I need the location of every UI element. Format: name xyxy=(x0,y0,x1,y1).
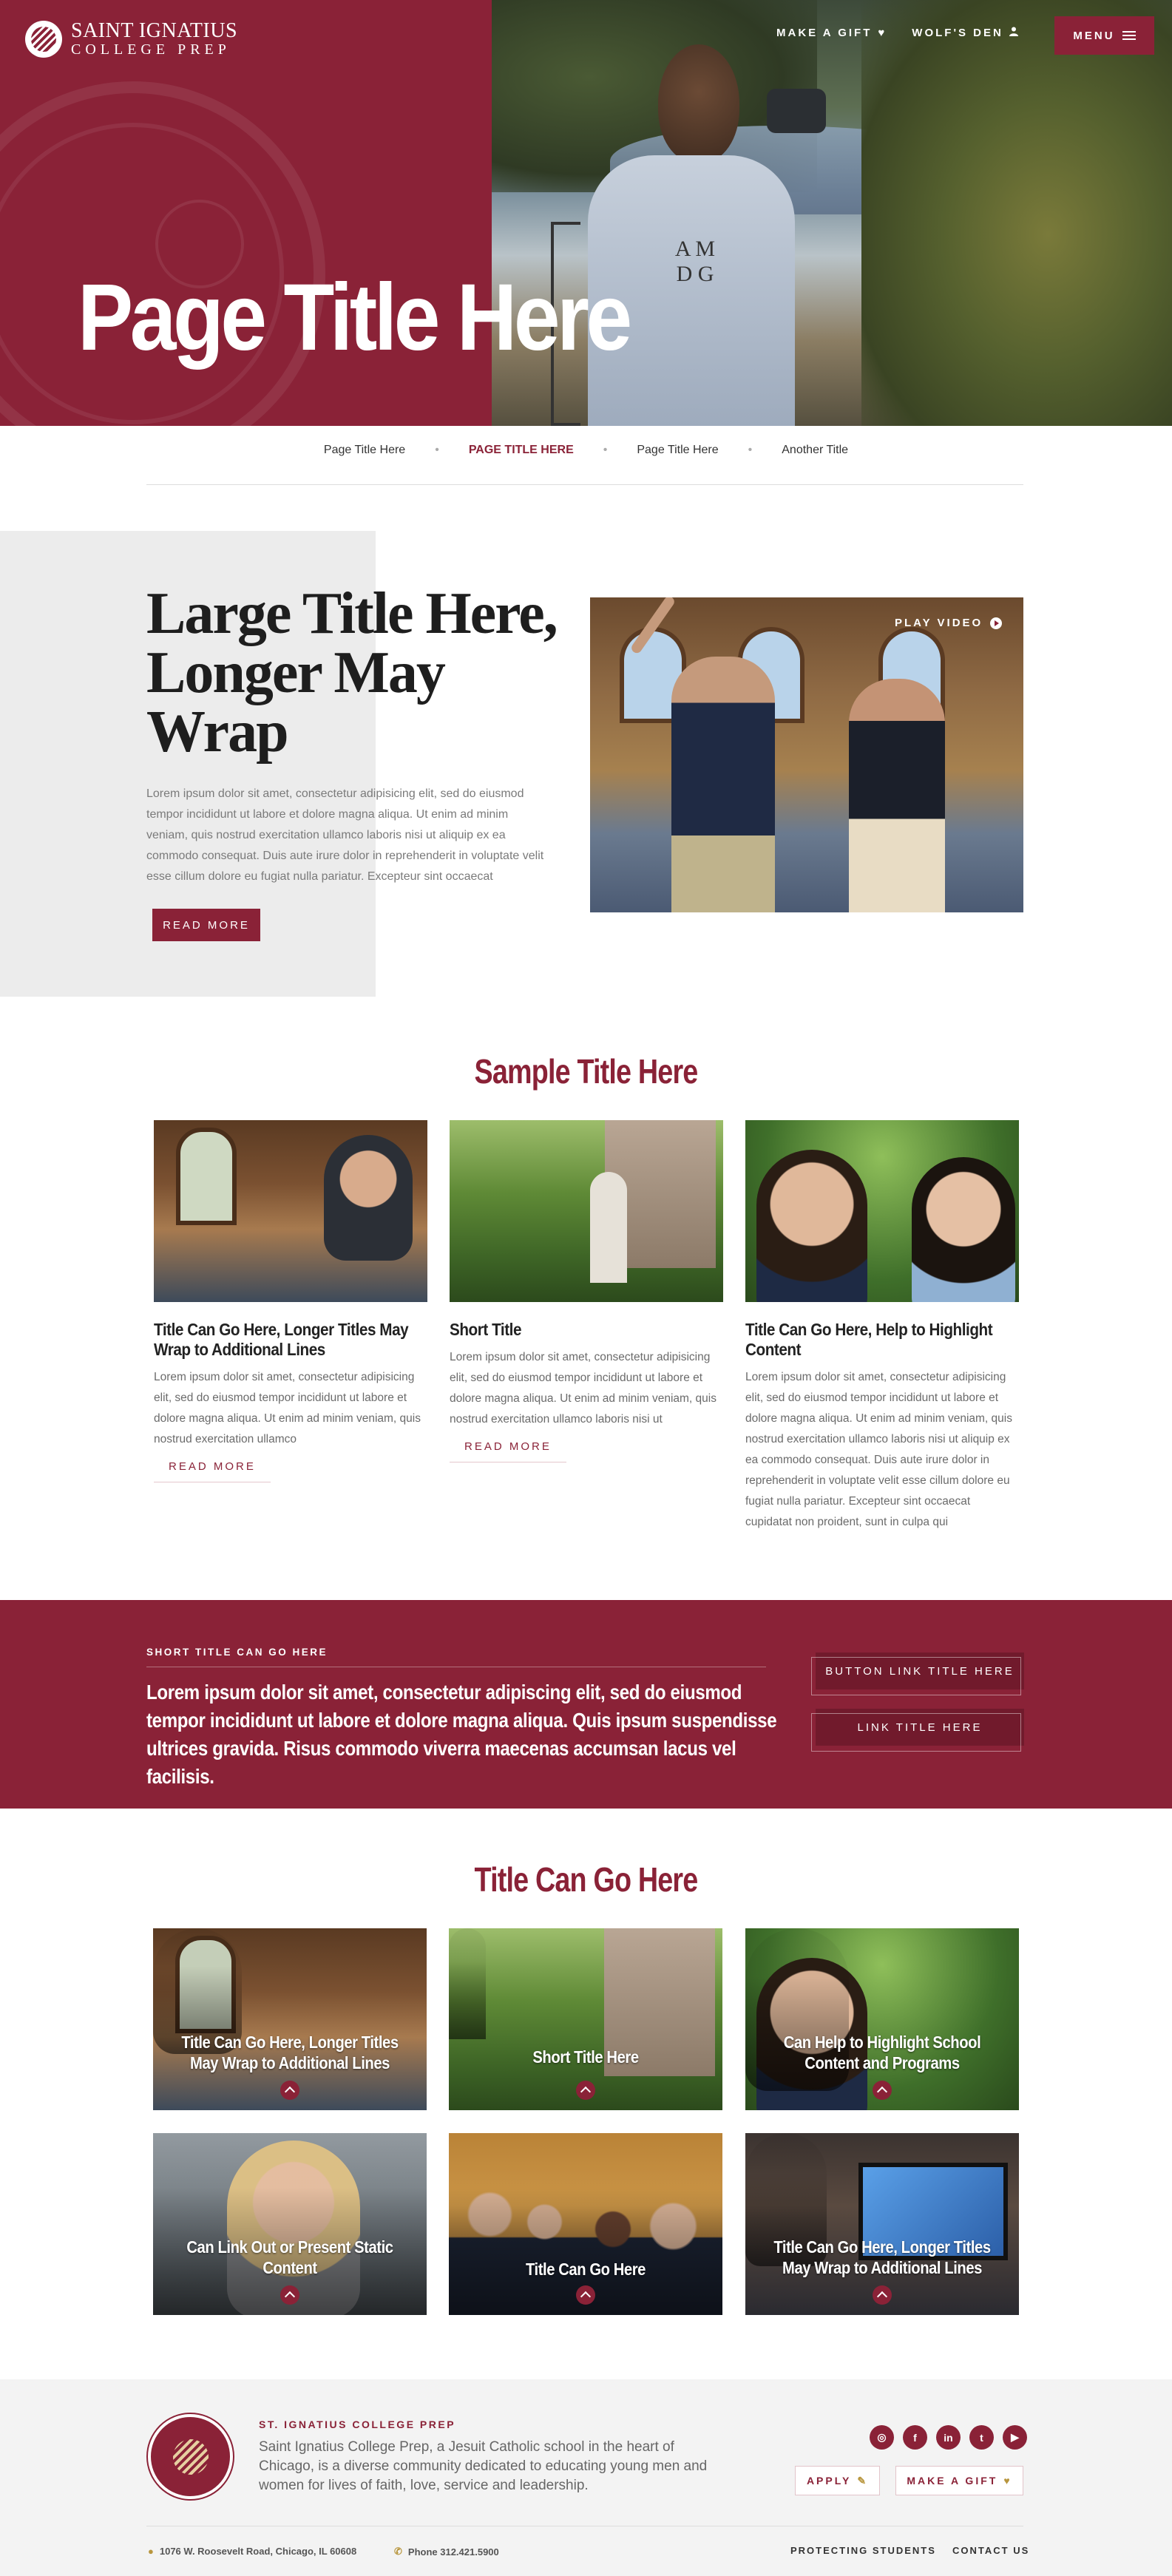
logo-line-2: COLLEGE PREP xyxy=(71,41,231,58)
play-video-label: PLAY VIDEO xyxy=(895,617,983,629)
feature-tile[interactable]: Title Can Go Here, Longer Titles May Wra… xyxy=(153,1928,427,2110)
linkedin-icon[interactable]: in xyxy=(936,2425,961,2450)
seal-icon xyxy=(25,21,62,58)
breadcrumb-item[interactable]: Page Title Here xyxy=(637,444,718,457)
make-gift-label: MAKE A GIFT xyxy=(776,27,873,39)
card-body: Lorem ipsum dolor sit amet, consectetur … xyxy=(154,1371,421,1445)
tile-label: Can Link Out or Present Static Content xyxy=(186,2237,393,2277)
tile-label: Title Can Go Here xyxy=(525,2260,646,2279)
chevron-up-icon xyxy=(280,2081,299,2100)
card: Title Can Go Here, Longer Titles May Wra… xyxy=(154,1120,427,1482)
logo-line-1: SAINT IGNATIUS xyxy=(71,19,238,42)
twitter-icon[interactable]: t xyxy=(969,2425,994,2450)
pencil-icon: ✎ xyxy=(857,2474,869,2487)
feature-tile[interactable]: Title Can Go Here xyxy=(449,2133,722,2315)
card: Short Title Lorem ipsum dolor sit amet, … xyxy=(450,1120,723,1462)
feature-tile[interactable]: Can Help to Highlight School Content and… xyxy=(745,1928,1019,2110)
card-image[interactable] xyxy=(154,1120,427,1302)
apply-label: APPLY xyxy=(806,2475,852,2487)
make-gift-label: MAKE A GIFT xyxy=(907,2475,998,2487)
card-image[interactable] xyxy=(745,1120,1019,1302)
band-eyebrow: SHORT TITLE CAN GO HERE xyxy=(146,1647,328,1658)
tile-label: Title Can Go Here, Longer Titles May Wra… xyxy=(181,2033,399,2072)
button-link-secondary[interactable]: LINK TITLE HERE xyxy=(811,1709,1024,1752)
heart-icon: ♥ xyxy=(878,27,887,39)
breadcrumb-item[interactable]: Page Title Here xyxy=(324,444,405,457)
binoculars xyxy=(767,89,826,133)
hero: A M D G SAINT IGNATIUS COLLEGE PREP MAKE… xyxy=(0,0,1172,426)
button-link-primary[interactable]: BUTTON LINK TITLE HERE xyxy=(811,1653,1024,1695)
read-more-link[interactable]: READ MORE xyxy=(154,1456,271,1482)
feature-tile[interactable]: Title Can Go Here, Longer Titles May Wra… xyxy=(745,2133,1019,2315)
breadcrumb-separator: • xyxy=(435,444,439,456)
card: Title Can Go Here, Help to Highlight Con… xyxy=(745,1120,1019,1533)
apply-button[interactable]: APPLY ✎ xyxy=(795,2466,880,2495)
page: A M D G SAINT IGNATIUS COLLEGE PREP MAKE… xyxy=(0,0,1172,2576)
chevron-up-icon xyxy=(576,2285,595,2305)
hamburger-icon xyxy=(1122,31,1136,40)
facebook-icon[interactable]: f xyxy=(903,2425,927,2450)
chevron-up-icon xyxy=(576,2081,595,2100)
footer-address[interactable]: ● 1076 W. Roosevelt Road, Chicago, IL 60… xyxy=(148,2546,356,2557)
menu-button[interactable]: MENU xyxy=(1054,16,1154,55)
card-image[interactable] xyxy=(450,1120,723,1302)
breadcrumb: Page Title Here • PAGE TITLE HERE • Page… xyxy=(0,444,1172,457)
school-seal-logo xyxy=(148,2414,233,2499)
play-video-button[interactable]: PLAY VIDEO xyxy=(895,617,1003,629)
footer-make-gift-button[interactable]: MAKE A GIFT ♥ xyxy=(895,2466,1023,2495)
protecting-students-link[interactable]: PROTECTING STUDENTS xyxy=(790,2545,936,2556)
card-title[interactable]: Title Can Go Here, Help to Highlight Con… xyxy=(745,1320,1018,1360)
card-title[interactable]: Short Title xyxy=(450,1320,722,1340)
make-gift-link[interactable]: MAKE A GIFT ♥ xyxy=(776,27,887,39)
instagram-icon[interactable]: ◎ xyxy=(870,2425,894,2450)
wolfs-den-label: WOLF'S DEN xyxy=(912,27,1003,39)
footer-school-name: ST. IGNATIUS COLLEGE PREP xyxy=(259,2419,456,2430)
breadcrumb-item[interactable]: Another Title xyxy=(782,444,848,457)
utility-nav: MAKE A GIFT ♥ WOLF'S DEN xyxy=(776,27,1018,39)
chevron-up-icon xyxy=(280,2285,299,2305)
user-icon xyxy=(1009,27,1018,39)
footer-phone[interactable]: ✆ Phone 312.421.5900 xyxy=(394,2546,499,2558)
breadcrumb-item-active[interactable]: PAGE TITLE HERE xyxy=(469,444,574,457)
youtube-icon[interactable]: ▶ xyxy=(1003,2425,1027,2450)
read-more-button[interactable]: READ MORE xyxy=(152,909,266,947)
social-links: ◎ f in t ▶ xyxy=(870,2425,1027,2450)
site-logo[interactable]: SAINT IGNATIUS COLLEGE PREP xyxy=(25,21,237,58)
play-icon xyxy=(990,617,1003,629)
contact-us-link[interactable]: CONTACT US xyxy=(952,2545,1029,2556)
page-title: Page Title Here xyxy=(78,265,632,370)
wolfs-den-link[interactable]: WOLF'S DEN xyxy=(912,27,1018,39)
band-text: Lorem ipsum dolor sit amet, consectetur … xyxy=(146,1681,777,1788)
tile-label: Can Help to Highlight School Content and… xyxy=(783,2033,981,2072)
footer-description: Saint Ignatius College Prep, a Jesuit Ca… xyxy=(259,2439,708,2493)
breadcrumb-separator: • xyxy=(603,444,608,456)
address-text: 1076 W. Roosevelt Road, Chicago, IL 6060… xyxy=(159,2546,357,2557)
phone-text: Phone 312.421.5900 xyxy=(407,2546,499,2558)
section-title: Sample Title Here xyxy=(474,1052,699,1091)
chevron-up-icon xyxy=(873,2285,892,2305)
heart-icon: ♥ xyxy=(1003,2475,1012,2487)
intro-title: Large Title Here, Longer May Wrap xyxy=(146,581,558,765)
intro-body: Lorem ipsum dolor sit amet, consectetur … xyxy=(146,787,544,883)
card-body: Lorem ipsum dolor sit amet, consectetur … xyxy=(745,1371,1012,1528)
phone-icon: ✆ xyxy=(394,2546,402,2557)
section-title: Title Can Go Here xyxy=(474,1860,699,1899)
video-thumbnail[interactable] xyxy=(590,597,1023,912)
location-pin-icon: ● xyxy=(148,2546,154,2557)
shirt-text: A M D G xyxy=(674,237,716,286)
tile-label: Short Title Here xyxy=(532,2047,639,2067)
feature-tile[interactable]: Can Link Out or Present Static Content xyxy=(153,2133,427,2315)
read-more-link[interactable]: READ MORE xyxy=(450,1436,566,1462)
card-title[interactable]: Title Can Go Here, Longer Titles May Wra… xyxy=(154,1320,427,1360)
chevron-up-icon xyxy=(873,2081,892,2100)
tile-label: Title Can Go Here, Longer Titles May Wra… xyxy=(773,2237,991,2277)
divider xyxy=(146,484,1023,485)
breadcrumb-separator: • xyxy=(748,444,753,456)
feature-tile[interactable]: Short Title Here xyxy=(449,1928,722,2110)
menu-label: MENU xyxy=(1073,29,1115,42)
card-body: Lorem ipsum dolor sit amet, consectetur … xyxy=(450,1351,717,1426)
